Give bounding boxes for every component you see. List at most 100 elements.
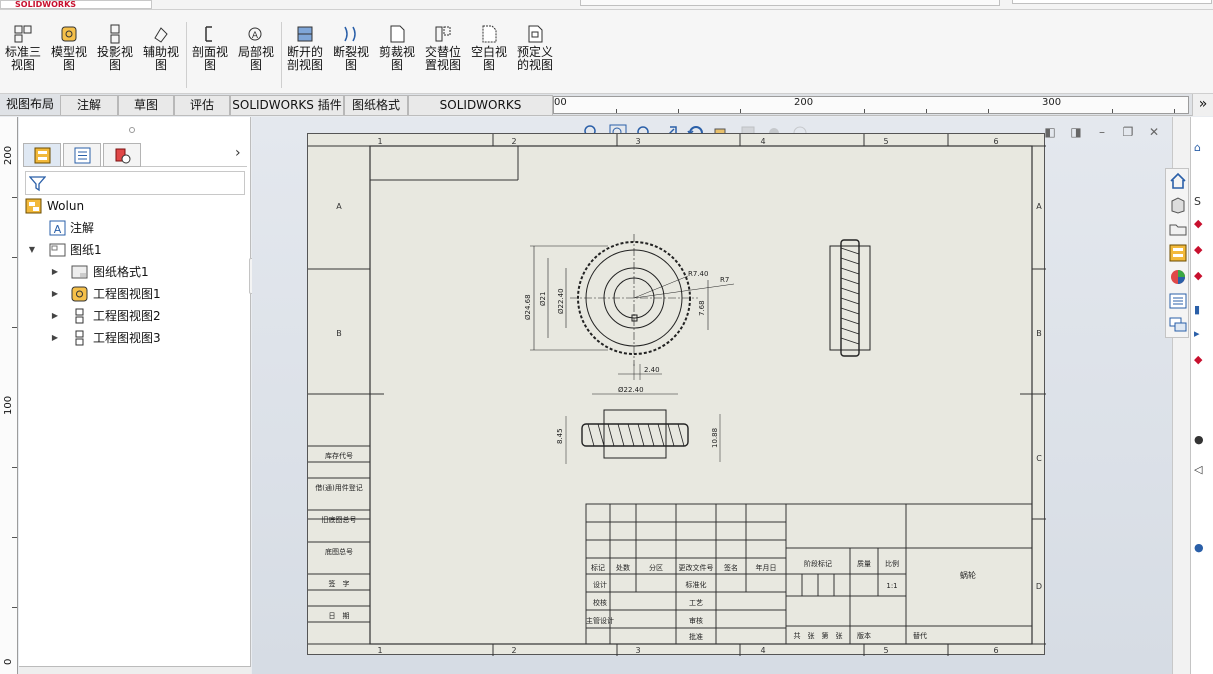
globe-icon[interactable]: ● (1194, 541, 1213, 557)
annotations-icon: A (49, 220, 66, 236)
tree-item-sheet-format1[interactable]: ▶ 图纸格式1 (19, 261, 251, 283)
design-library-icon[interactable] (1168, 195, 1188, 215)
forum-icon[interactable] (1168, 315, 1188, 335)
tab-sketch[interactable]: 草图 (118, 95, 174, 115)
document-window-controls: ◧ ◨ – ❐ ✕ (1042, 125, 1162, 141)
view-palette-icon[interactable] (1168, 243, 1188, 263)
tile-right-icon[interactable]: ◨ (1068, 125, 1084, 141)
custom-properties-icon[interactable] (1168, 291, 1188, 311)
auxiliary-view-button[interactable]: 辅助视图 (139, 24, 183, 72)
dim-text: 2.40 (644, 366, 660, 374)
appearances-icon[interactable] (1168, 267, 1188, 287)
title-role: 工艺 (689, 599, 703, 607)
tab-evaluate[interactable]: 评估 (174, 95, 230, 115)
btn-label: 图 (482, 58, 495, 72)
chevron-right-icon[interactable]: › (235, 145, 241, 161)
tab-annotation[interactable]: 注解 (60, 95, 118, 115)
file-explorer-icon[interactable] (1168, 219, 1188, 239)
globe-icon[interactable]: ● (1194, 433, 1213, 449)
tree-item-drawing-view3[interactable]: ▶ 工程图视图3 (19, 327, 251, 349)
title-header: 更改文件号 (679, 563, 714, 572)
resource-link-icon[interactable]: ▸ (1194, 327, 1213, 343)
vruler-label: 100 (3, 395, 14, 415)
title-version: 版本 (857, 631, 871, 640)
minimize-icon[interactable]: – (1094, 125, 1110, 141)
title-header: 标记 (591, 563, 605, 572)
tree-item-drawing-view2[interactable]: ▶ 工程图视图2 (19, 305, 251, 327)
zone-row-label: A (336, 202, 342, 211)
projected-view-button[interactable]: 投影视图 (93, 24, 137, 72)
btn-label: 交替位 (424, 45, 461, 59)
title-part-name: 蜗轮 (960, 570, 976, 580)
tree-label: 工程图视图2 (93, 309, 161, 323)
panel-grip-icon[interactable] (129, 127, 135, 133)
home-icon[interactable] (1168, 171, 1188, 191)
dim-text: Ø22.40 (618, 386, 644, 394)
zone-col-label: 5 (883, 646, 888, 655)
title-scale-value: 1:1 (886, 582, 897, 590)
drawing-document-icon (25, 198, 42, 214)
model-view-button[interactable]: 模型视图 (47, 24, 91, 72)
feature-tree-tab[interactable] (23, 143, 61, 167)
btn-label: 图 (249, 58, 262, 72)
broken-out-section-button[interactable]: 断开的 剖视图 (283, 24, 327, 72)
solidworks-resource-icon[interactable]: ◆ (1194, 269, 1213, 285)
tree-filter-field[interactable] (25, 171, 245, 195)
dim-text: Ø24.68 (524, 294, 532, 320)
btn-label: 图 (62, 58, 75, 72)
expand-icon[interactable]: ▶ (50, 305, 60, 327)
chevron-double-right-icon[interactable]: » (1192, 94, 1213, 116)
break-view-button[interactable]: 断裂视图 (329, 24, 373, 72)
tab-solidworks-inspection[interactable]: SOLIDWORKS Inspection (408, 95, 553, 131)
top-search-box[interactable] (580, 0, 1000, 6)
expand-icon[interactable]: ▶ (50, 283, 60, 305)
tab-sheet-format[interactable]: 图纸格式 (344, 95, 408, 115)
title-weight: 质量 (857, 559, 871, 568)
btn-label: 剖面视 (191, 45, 228, 59)
model-view-icon (61, 26, 77, 42)
title-header: 年月日 (756, 563, 777, 572)
zone-col-label: 4 (760, 646, 765, 655)
tab-solidworks-addins[interactable]: SOLIDWORKS 插件 (230, 95, 344, 115)
property-manager-tab[interactable] (63, 143, 101, 167)
zone-row-label: C (1036, 454, 1042, 463)
crop-view-icon (390, 25, 405, 43)
detail-view-button[interactable]: A 局部视图 (234, 24, 278, 72)
standard-3-view-button[interactable]: 标准三 视图 (1, 24, 45, 72)
tag-icon[interactable]: ◁ (1194, 463, 1213, 479)
drawing-sheet[interactable]: 1 2 3 4 5 6 1 2 3 4 5 6 A B A B C D Ø24.… (307, 133, 1046, 656)
tree-item-drawing-view1[interactable]: ▶ 工程图视图1 (19, 283, 251, 305)
filter-icon (29, 176, 46, 192)
tree-item-sheet1[interactable]: ▼ 图纸1 (19, 239, 251, 261)
tree-item-annotations[interactable]: A 注解 (19, 217, 251, 239)
empty-view-button[interactable]: 空白视图 (467, 24, 511, 72)
section-view-button[interactable]: 剖面视图 (188, 24, 232, 72)
collapse-icon[interactable]: ▼ (27, 239, 37, 261)
crop-view-button[interactable]: 剪裁视图 (375, 24, 419, 72)
zone-row-label: B (336, 329, 342, 338)
broken-out-section-icon (297, 26, 313, 42)
btn-label: 图 (108, 58, 121, 72)
alternate-position-view-button[interactable]: 交替位 置视图 (421, 24, 465, 72)
btn-label: 断开的 (286, 45, 323, 59)
pane-text-fragment: S (1194, 195, 1201, 208)
predefined-view-button[interactable]: 预定义 的视图 (513, 24, 557, 72)
top-strip: SOLIDWORKS (0, 0, 1213, 10)
home-icon[interactable]: ⌂ (1194, 141, 1213, 157)
tree-item-root[interactable]: Wolun (19, 195, 251, 217)
restore-icon[interactable]: ❐ (1120, 125, 1136, 141)
alternate-position-view-icon (435, 26, 451, 42)
solidworks-resource-icon[interactable]: ◆ (1194, 353, 1213, 369)
configuration-manager-tab[interactable] (103, 143, 141, 167)
expand-icon[interactable]: ▶ (50, 261, 60, 283)
dim-text: Ø22.40 (557, 288, 565, 314)
close-icon[interactable]: ✕ (1146, 125, 1162, 141)
graphics-area[interactable]: ◧ ◨ – ❐ ✕ 1 2 3 4 5 6 1 2 3 4 5 6 A B A … (252, 117, 1190, 674)
resource-link-icon[interactable]: ▮ (1194, 303, 1213, 319)
solidworks-resource-icon[interactable]: ◆ (1194, 243, 1213, 259)
title-role: 主管设计 (586, 616, 614, 625)
tab-view-layout[interactable]: 视图布局 (0, 95, 60, 115)
top-field[interactable] (1012, 0, 1212, 4)
expand-icon[interactable]: ▶ (50, 327, 60, 349)
solidworks-resource-icon[interactable]: ◆ (1194, 217, 1213, 233)
